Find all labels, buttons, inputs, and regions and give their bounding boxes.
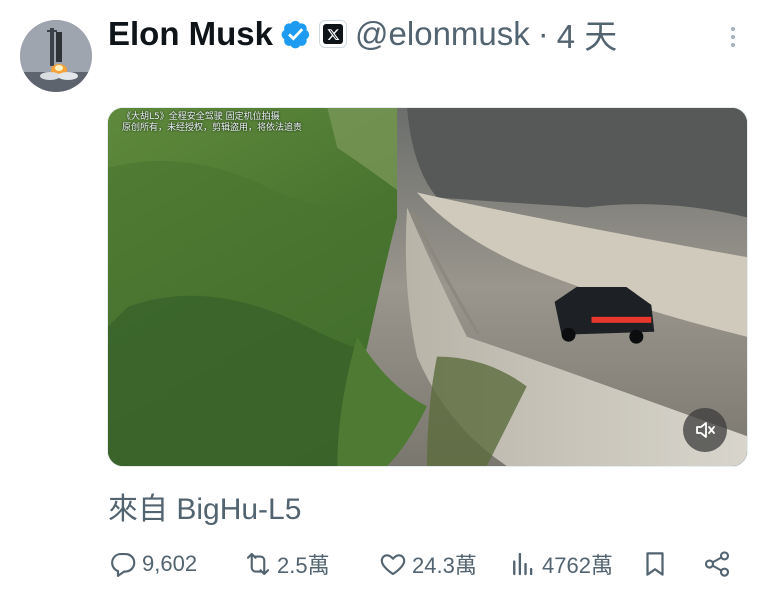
reply-icon [111, 552, 136, 577]
like-button[interactable]: 24.3萬 [378, 546, 477, 582]
share-button[interactable] [702, 546, 732, 582]
heart-icon [380, 554, 406, 576]
views-button[interactable]: 4762萬 [508, 546, 613, 582]
author-name[interactable]: Elon Musk [108, 15, 273, 53]
video-watermark: 《大胡L5》全程安全驾驶 固定机位拍摄 原创所有，未经授权，剪辑盗用，将依法追责 [122, 112, 303, 133]
tweet-video[interactable]: 《大胡L5》全程安全驾驶 固定机位拍摄 原创所有，未经授权，剪辑盗用，将依法追责 [107, 107, 748, 467]
like-count: 24.3萬 [412, 553, 477, 578]
x-logo-icon [323, 24, 344, 44]
repost-count: 2.5萬 [277, 553, 330, 578]
tweet-header: Elon Musk @elonmusk · 4 天 [108, 10, 617, 58]
repost-button[interactable]: 2.5萬 [243, 546, 330, 582]
mute-toggle-button[interactable] [683, 408, 727, 452]
tweet-caption: 來自 BigHu-L5 [108, 493, 302, 526]
tweet-timestamp[interactable]: 4 天 [557, 10, 618, 58]
more-dots-icon [731, 27, 735, 31]
reply-button[interactable]: 9,602 [108, 546, 197, 582]
share-icon [704, 551, 730, 577]
bookmark-icon [646, 552, 664, 576]
x-logo-badge [319, 20, 348, 48]
verified-badge-icon [281, 20, 310, 49]
author-avatar[interactable] [20, 20, 92, 92]
views-chart-icon [513, 552, 533, 576]
author-handle[interactable]: @elonmusk [355, 15, 530, 53]
view-count: 4762萬 [542, 553, 613, 578]
more-options-button[interactable] [718, 22, 748, 52]
bookmark-button[interactable] [640, 546, 670, 582]
speaker-muted-icon [696, 422, 715, 438]
header-separator: · [537, 15, 549, 52]
repost-icon [246, 552, 270, 576]
tweet-card: Elon Musk @elonmusk · 4 天 《大胡L5》全程安全驾驶 固… [0, 0, 768, 600]
video-frame-cliff-road [108, 108, 747, 466]
rocket-launch-icon [20, 20, 92, 92]
tweet-actions-bar: 9,602 2.5萬 24.3萬 4762萬 [108, 546, 738, 582]
reply-count: 9,602 [142, 551, 198, 576]
